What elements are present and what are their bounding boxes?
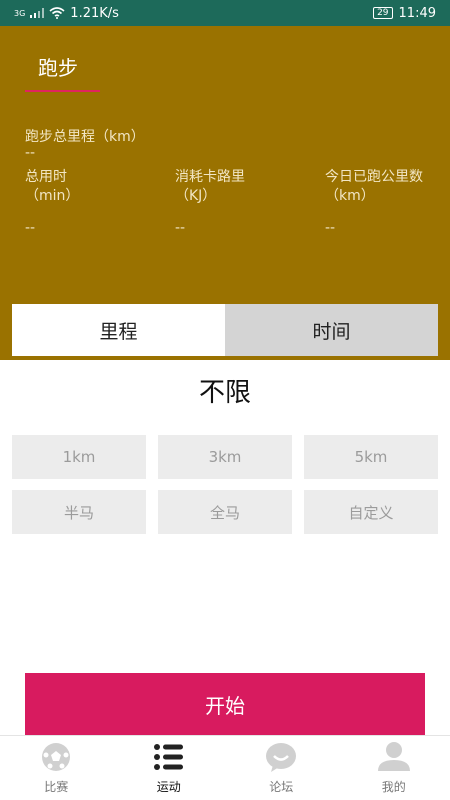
clock: 11:49 bbox=[398, 5, 436, 21]
option-half-marathon[interactable]: 半马 bbox=[12, 490, 146, 534]
stat-calories: 消耗卡路里 （KJ） -- bbox=[175, 168, 245, 238]
chat-bubble-icon bbox=[266, 743, 297, 772]
nav-label: 我的 bbox=[381, 780, 406, 794]
stat-label: 消耗卡路里 bbox=[175, 169, 245, 185]
nav-item-profile[interactable]: 我的 bbox=[338, 736, 450, 800]
option-1km[interactable]: 1km bbox=[12, 435, 146, 479]
option-3km[interactable]: 3km bbox=[158, 435, 292, 479]
total-distance-label: 跑步总里程（km） bbox=[25, 129, 145, 145]
nav-label: 比赛 bbox=[44, 780, 69, 794]
total-distance-value: -- bbox=[25, 145, 36, 161]
signal-bars-icon bbox=[30, 8, 45, 18]
list-icon bbox=[153, 744, 183, 770]
nav-item-forum[interactable]: 论坛 bbox=[225, 736, 338, 800]
option-full-marathon[interactable]: 全马 bbox=[158, 490, 292, 534]
tab-running[interactable]: 跑步 bbox=[38, 52, 78, 81]
network-speed: 1.21K/s bbox=[70, 5, 119, 21]
nav-label: 论坛 bbox=[269, 780, 294, 794]
tab-time[interactable]: 时间 bbox=[225, 304, 438, 356]
stat-value: -- bbox=[25, 220, 36, 236]
stat-total-time: 总用时 （min） -- bbox=[25, 168, 79, 238]
stat-label: 今日已跑公里数 bbox=[325, 169, 423, 185]
wifi-icon bbox=[49, 7, 65, 19]
nav-label: 运动 bbox=[156, 780, 181, 794]
tab-distance[interactable]: 里程 bbox=[12, 304, 225, 356]
selected-target: 不限 bbox=[198, 378, 251, 408]
stat-unit: （KJ） bbox=[175, 188, 217, 204]
tab-underline bbox=[25, 90, 100, 92]
status-bar: 3G 1.21K/s 29 11:49 bbox=[0, 0, 450, 26]
mode-tabs: 里程 时间 bbox=[12, 304, 438, 356]
stat-unit: （km） bbox=[325, 188, 375, 204]
network-type-label: 3G bbox=[14, 8, 26, 18]
start-button[interactable]: 开始 bbox=[25, 673, 425, 735]
battery-icon: 29 bbox=[373, 7, 393, 19]
nav-item-match[interactable]: 比赛 bbox=[0, 736, 113, 800]
option-custom[interactable]: 自定义 bbox=[304, 490, 438, 534]
soccer-ball-icon bbox=[42, 743, 71, 771]
stat-label: 总用时 bbox=[25, 169, 67, 185]
option-5km[interactable]: 5km bbox=[304, 435, 438, 479]
status-right: 29 11:49 bbox=[373, 6, 436, 21]
stat-unit: （min） bbox=[25, 188, 80, 204]
bottom-nav: 比赛 运动 论坛 我的 bbox=[0, 735, 450, 800]
status-left: 3G 1.21K/s bbox=[14, 6, 119, 21]
user-icon bbox=[377, 742, 410, 771]
stat-value: -- bbox=[175, 220, 186, 236]
stat-today-distance: 今日已跑公里数 （km） -- bbox=[325, 168, 423, 238]
stat-value: -- bbox=[325, 220, 336, 236]
nav-item-sport[interactable]: 运动 bbox=[113, 736, 226, 800]
